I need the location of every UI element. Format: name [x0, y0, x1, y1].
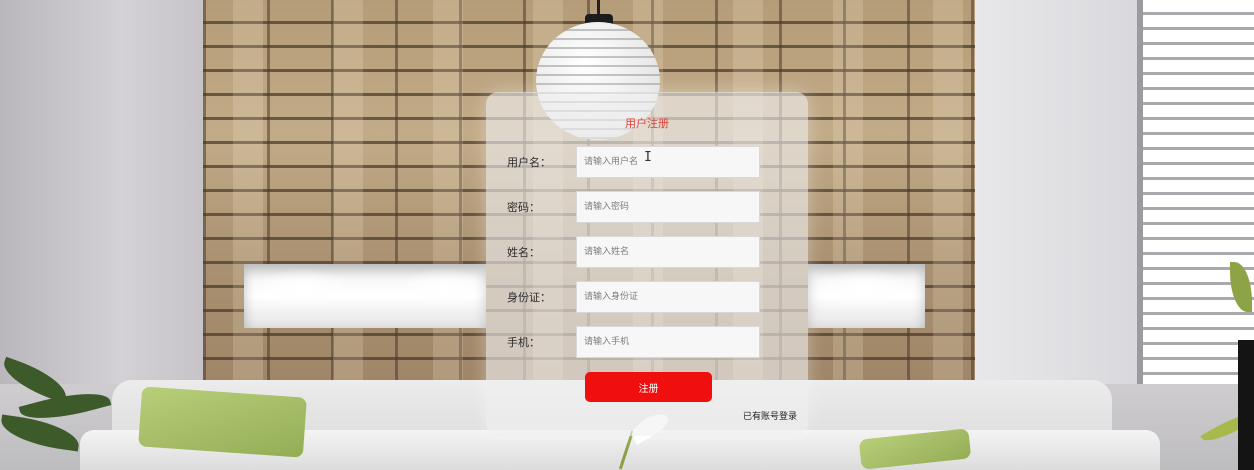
phone-row: 手机： [486, 326, 808, 358]
text-cursor-icon: I [644, 150, 652, 165]
form-title: 用户注册 [625, 117, 669, 130]
id-card-input[interactable] [576, 281, 760, 313]
name-row: 姓名： [486, 236, 808, 268]
background-window-blinds [1137, 0, 1254, 400]
page-root: 用户注册 用户名： 密码： 姓名： 身份证： 手机： 注册 已有账号登录 I [0, 0, 1254, 470]
background-spotlight [258, 268, 348, 308]
password-row: 密码： [486, 191, 808, 223]
login-link[interactable]: 已有账号登录 [743, 409, 797, 422]
phone-label: 手机： [507, 336, 540, 349]
name-input[interactable] [576, 236, 760, 268]
id-card-label: 身份证： [507, 291, 551, 304]
name-label: 姓名： [507, 246, 540, 259]
username-label: 用户名： [507, 156, 551, 169]
background-cushion [138, 386, 307, 458]
background-spotlight [820, 268, 910, 308]
background-spotlight [400, 268, 490, 308]
password-input[interactable] [576, 191, 760, 223]
background-vase [1238, 340, 1254, 470]
username-input[interactable] [576, 146, 760, 178]
password-label: 密码： [507, 201, 540, 214]
id-card-row: 身份证： [486, 281, 808, 313]
phone-input[interactable] [576, 326, 760, 358]
register-form: 用户注册 用户名： 密码： 姓名： 身份证： 手机： 注册 已有账号登录 [486, 92, 808, 436]
register-button[interactable]: 注册 [585, 372, 712, 402]
